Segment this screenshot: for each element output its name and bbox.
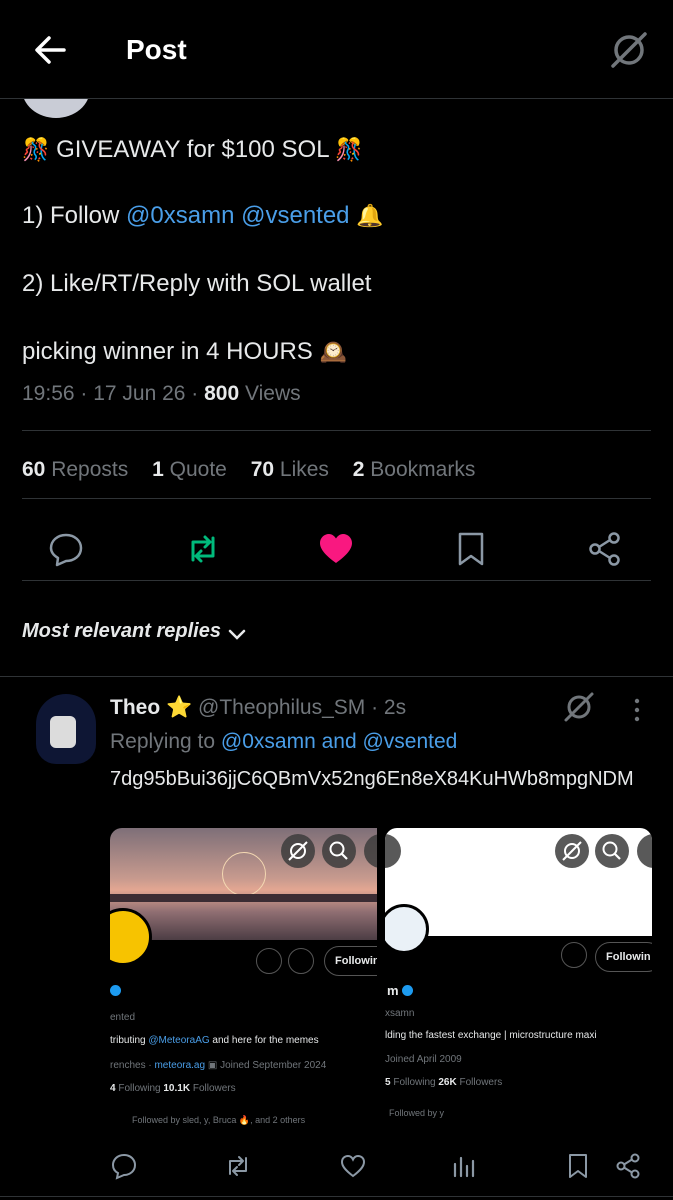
top-bar: Post [0,0,673,99]
tweet-line-2: 1) Follow @0xsamn @vsented 🔔 [22,202,384,229]
reply-author-name[interactable]: Theo [110,696,160,719]
bookmark-icon[interactable] [452,530,490,568]
views-count: 800 [204,382,240,405]
bell-icon: 🔔 [356,203,384,228]
heart-outline-icon[interactable] [339,1152,367,1180]
following-button: Followin [324,946,377,976]
divider [22,498,651,499]
divider [0,676,673,677]
clock-icon: 🕰️ [319,339,347,364]
reply-icon[interactable] [110,1152,138,1180]
divider [22,580,651,581]
reposts-stat[interactable]: 60 Reposts [22,458,128,481]
profile-follow-stats: 5 Following 26K Followers [385,1077,503,1088]
profile-bio: tributing @MeteoraAG and here for the me… [110,1035,319,1046]
more-options-icon[interactable] [630,696,644,724]
repost-icon[interactable] [184,530,222,568]
grok-icon[interactable] [607,28,651,72]
page-title: Post [126,34,187,65]
profile-name: m [387,983,414,998]
likes-stat[interactable]: 70 Likes [251,458,329,481]
grok-icon [555,834,589,868]
chevron-down-icon[interactable] [226,624,248,646]
bell-icon [288,948,314,974]
divider [0,1196,673,1197]
verified-badge-icon [110,985,121,998]
mention-link[interactable]: @0xsamn [126,202,234,229]
followed-by: Followed by sled, y, Bruca 🔥, and 2 othe… [132,1115,306,1125]
bookmarks-stat[interactable]: 2 Bookmarks [353,458,476,481]
profile-bio: lding the fastest exchange | microstruct… [385,1030,597,1041]
repost-icon[interactable] [224,1152,252,1180]
following-button: Followin [595,942,652,972]
tweet-line-4: picking winner in 4 HOURS 🕰️ [22,338,347,365]
tweet-line-1: 🎊 GIVEAWAY for $100 SOL 🎊 [22,136,363,163]
engagement-stats: 60 Reposts 1 Quote 70 Likes 2 Bookmarks [22,458,493,482]
profile-info: renches · meteora.ag ▣ Joined September … [110,1060,327,1071]
reply-text: 7dg95bBui36jjC6QBmVx52ng6En8eX84KuHWb8mp… [110,768,634,790]
share-icon[interactable] [614,1152,642,1180]
bell-icon [561,942,587,968]
heart-icon[interactable] [317,530,355,568]
confetti-icon: 🎊 [22,137,50,162]
attached-image-2[interactable]: Followin m xsamn lding the fastest excha… [385,828,652,1138]
reply-avatar[interactable] [36,694,96,764]
reply-time: · 2s [365,696,407,719]
share-icon[interactable] [586,530,624,568]
attached-image-1[interactable]: Followin ented tributing @MeteoraAG and … [110,828,377,1138]
reply-header: Theo ⭐ @Theophilus_SM · 2s [110,696,406,720]
grok-icon[interactable] [562,690,596,724]
profile-picture [385,904,429,954]
grok-icon [281,834,315,868]
replying-to-mentions[interactable]: @0xsamn and @vsented [221,730,457,753]
message-icon [256,948,282,974]
replying-to: Replying to @0xsamn and @vsented [110,730,458,753]
followed-by: Followed by y [389,1108,445,1118]
reply-handle[interactable]: @Theophilus_SM [198,696,365,719]
search-icon [595,834,629,868]
star-badge-icon: ⭐ [166,696,193,719]
back-arrow-icon[interactable] [30,30,70,70]
tweet-line-3: 2) Like/RT/Reply with SOL wallet [22,270,372,297]
verified-badge-icon [402,985,414,996]
bookmark-icon[interactable] [564,1152,592,1180]
profile-follow-stats: 4 Following 10.1K Followers [110,1083,236,1094]
analytics-icon[interactable] [450,1152,478,1180]
profile-joined: Joined April 2009 [385,1054,462,1065]
reply-icon[interactable] [47,530,85,568]
quotes-stat[interactable]: 1 Quote [152,458,227,481]
replies-sort-label[interactable]: Most relevant replies [22,620,221,643]
confetti-icon: 🎊 [335,137,363,162]
mention-link[interactable]: @vsented [241,202,349,229]
post-timestamp: 19:56 · 17 Jun 26 · 800 Views [22,382,301,405]
search-icon [322,834,356,868]
divider [22,430,651,431]
